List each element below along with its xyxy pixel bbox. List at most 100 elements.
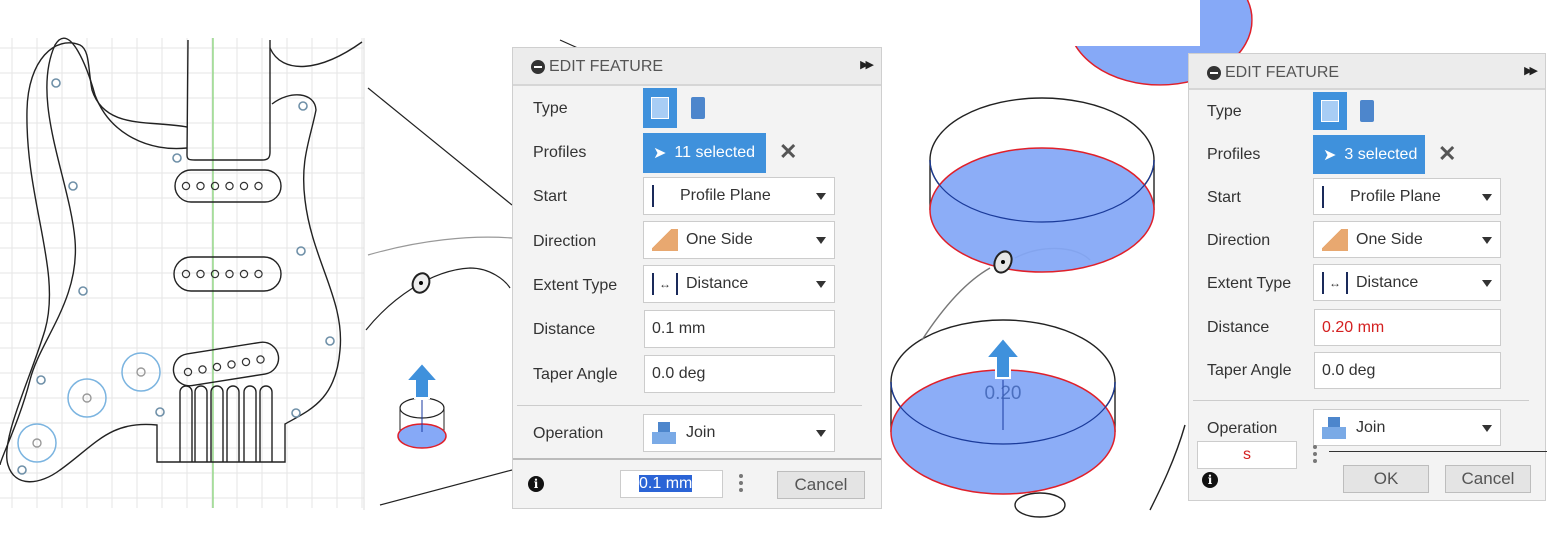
type-solid-button[interactable] xyxy=(1313,92,1347,130)
ok-button[interactable]: OK xyxy=(1343,465,1429,493)
clear-selection-icon[interactable]: ✕ xyxy=(779,139,797,165)
start-label: Start xyxy=(1207,189,1241,206)
extent-type-dropdown[interactable]: ↔ Distance xyxy=(1313,264,1501,301)
screw-hole xyxy=(172,153,182,163)
extrude-arrow-icon[interactable] xyxy=(983,336,1023,379)
info-icon[interactable]: i xyxy=(528,476,544,492)
type-thin-button[interactable] xyxy=(691,97,705,119)
pole-piece xyxy=(198,365,207,374)
chevron-down-icon xyxy=(816,281,826,288)
operation-dropdown[interactable]: Join xyxy=(1313,409,1501,446)
profiles-selection-button[interactable]: ➤ 3 selected xyxy=(1313,135,1425,174)
chevron-down-icon xyxy=(1482,280,1492,287)
profiles-label: Profiles xyxy=(533,144,587,161)
sketch-canvas[interactable] xyxy=(0,0,365,520)
screw-hole xyxy=(36,375,46,385)
divider xyxy=(1193,400,1529,401)
join-icon xyxy=(652,422,678,444)
chevron-down-icon xyxy=(1482,194,1492,201)
footer-value-selected: 0.1 mm xyxy=(639,475,693,492)
pole-piece xyxy=(225,181,234,191)
operation-value: Join xyxy=(1356,418,1386,436)
pole-piece xyxy=(181,181,191,191)
footer-divider xyxy=(513,458,881,460)
dimension-label[interactable]: 0.20 xyxy=(985,383,1022,404)
direction-dropdown[interactable]: One Side xyxy=(643,221,835,259)
taper-angle-label: Taper Angle xyxy=(1207,362,1292,379)
type-thin-button[interactable] xyxy=(1360,100,1374,122)
profile-plane-icon xyxy=(652,185,662,207)
profile-bottom[interactable] xyxy=(890,369,1116,495)
footer-divider xyxy=(1329,451,1547,452)
dialog-title: EDIT FEATURE xyxy=(1225,64,1340,81)
operation-label: Operation xyxy=(1207,420,1278,437)
collapse-icon[interactable] xyxy=(531,60,545,74)
pole-piece xyxy=(241,357,251,367)
cursor-icon: ➤ xyxy=(1323,146,1337,164)
chevron-down-icon xyxy=(1482,425,1492,432)
expand-icon[interactable]: ▶▶ xyxy=(860,58,874,71)
collapse-icon[interactable] xyxy=(1207,66,1221,80)
distance-input[interactable]: 0.1 mm xyxy=(644,310,835,348)
edit-feature-dialog: EDIT FEATURE ▶▶ Type Profiles ➤ 3 selecte… xyxy=(1188,53,1547,501)
profile-plane-icon xyxy=(1322,185,1332,208)
pole-piece xyxy=(196,269,205,279)
pickguard-outer xyxy=(6,42,342,483)
direction-value: One Side xyxy=(1356,230,1423,248)
profile-top[interactable] xyxy=(929,147,1155,273)
extrude-arrow-icon[interactable] xyxy=(403,361,441,399)
screw-hole xyxy=(291,408,301,418)
info-icon[interactable]: i xyxy=(1202,472,1218,488)
distance-icon: ↔ xyxy=(1322,271,1348,294)
footer-value-input[interactable]: 0.1 mm xyxy=(620,470,723,498)
clear-selection-icon[interactable]: ✕ xyxy=(1438,141,1456,167)
profile-marker[interactable] xyxy=(410,271,433,296)
direction-value: One Side xyxy=(686,231,753,248)
type-label: Type xyxy=(533,100,568,117)
direction-dropdown[interactable]: One Side xyxy=(1313,221,1501,258)
start-value: Profile Plane xyxy=(1350,187,1441,205)
dialog-header[interactable]: EDIT FEATURE ▶▶ xyxy=(513,48,881,86)
extent-type-label: Extent Type xyxy=(533,277,618,294)
pole-piece xyxy=(212,362,222,372)
cancel-button[interactable]: Cancel xyxy=(1445,465,1531,493)
cursor-icon: ➤ xyxy=(653,145,667,162)
start-label: Start xyxy=(533,188,567,205)
operation-dropdown[interactable]: Join xyxy=(643,414,835,452)
one-side-icon xyxy=(1322,228,1348,251)
direction-label: Direction xyxy=(1207,232,1271,249)
pole-piece xyxy=(256,355,265,364)
divider xyxy=(517,405,862,406)
extrude-solid-icon xyxy=(651,97,669,119)
operation-label: Operation xyxy=(533,425,604,442)
distance-icon: ↔ xyxy=(652,273,678,295)
type-solid-button[interactable] xyxy=(643,88,677,128)
screw-hole xyxy=(68,181,78,191)
profiles-count: 3 selected xyxy=(1344,145,1418,163)
distance-input[interactable]: 0.20 mm xyxy=(1314,309,1501,346)
pole-piece xyxy=(225,269,234,279)
taper-angle-input[interactable]: 0.0 deg xyxy=(644,355,835,393)
taper-angle-input[interactable]: 0.0 deg xyxy=(1314,352,1501,389)
pole-piece xyxy=(183,367,193,377)
more-options-icon[interactable] xyxy=(739,474,743,495)
screw-hole xyxy=(298,101,308,111)
profiles-selection-button[interactable]: ➤ 11 selected xyxy=(643,133,766,173)
start-dropdown[interactable]: Profile Plane xyxy=(643,177,835,215)
chevron-down-icon xyxy=(816,193,826,200)
selected-profile[interactable] xyxy=(397,423,447,449)
join-icon xyxy=(1322,416,1348,439)
cancel-button[interactable]: Cancel xyxy=(777,471,865,499)
extent-type-value: Distance xyxy=(686,275,749,292)
extent-type-value: Distance xyxy=(1356,273,1419,291)
pole-piece xyxy=(239,269,249,279)
profile-marker[interactable] xyxy=(991,249,1015,276)
extent-type-dropdown[interactable]: ↔ Distance xyxy=(643,265,835,303)
more-options-icon[interactable] xyxy=(1313,445,1317,466)
profiles-label: Profiles xyxy=(1207,146,1261,163)
expand-icon[interactable]: ▶▶ xyxy=(1524,64,1538,77)
dialog-header[interactable]: EDIT FEATURE ▶▶ xyxy=(1189,54,1545,90)
footer-value-input[interactable]: s xyxy=(1197,441,1297,469)
neck-pocket xyxy=(186,39,271,161)
start-dropdown[interactable]: Profile Plane xyxy=(1313,178,1501,215)
